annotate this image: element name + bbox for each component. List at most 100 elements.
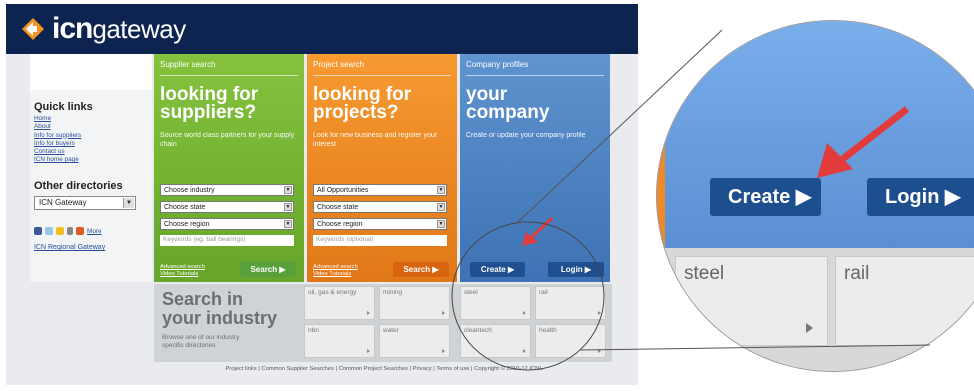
opportunities-select[interactable]: All Opportunities ▼ bbox=[313, 184, 447, 196]
keywords-input[interactable]: Keywords (optional) bbox=[313, 235, 447, 246]
play-triangle-icon: ▶ bbox=[584, 265, 592, 274]
tile-rail[interactable]: rail bbox=[535, 286, 606, 320]
video-tutorials-link[interactable]: Video Tutorials bbox=[313, 271, 358, 278]
login-button-zoomed[interactable]: Login ▶ bbox=[867, 178, 974, 216]
panel-caption: Company profiles bbox=[466, 60, 529, 69]
tile-water[interactable]: water bbox=[379, 324, 450, 358]
link-home[interactable]: Home bbox=[34, 115, 81, 123]
link-info-buyers[interactable]: Info for buyers bbox=[34, 140, 81, 148]
twitter-icon[interactable] bbox=[45, 227, 53, 235]
video-tutorials-link[interactable]: Video Tutorials bbox=[160, 271, 205, 278]
link-info-suppliers[interactable]: Info for suppliers bbox=[34, 132, 81, 140]
advanced-search-link[interactable]: Advanced search bbox=[160, 264, 205, 271]
play-triangle-icon bbox=[806, 323, 813, 333]
other-directories-heading: Other directories bbox=[34, 180, 123, 192]
rss-icon[interactable] bbox=[56, 227, 64, 235]
tile-mining[interactable]: mining bbox=[379, 286, 450, 320]
zoom-lens: Create ▶ Login ▶ steel rail bbox=[656, 20, 974, 372]
red-arrow-icon bbox=[817, 106, 910, 178]
tile-label: rail bbox=[539, 289, 548, 296]
heading-line-2: company bbox=[466, 102, 550, 123]
link-about[interactable]: About bbox=[34, 123, 81, 131]
chevron-down-icon: ▼ bbox=[123, 198, 134, 208]
login-button[interactable]: Login ▶ bbox=[548, 262, 604, 277]
state-select-value: Choose state bbox=[317, 204, 359, 211]
panel-heading: looking for projects? bbox=[313, 85, 411, 123]
play-triangle-icon: ▶ bbox=[945, 186, 961, 208]
divider bbox=[466, 75, 604, 76]
region-select-value: Choose region bbox=[317, 221, 363, 228]
tile-label: steel bbox=[684, 263, 725, 284]
tile-label: water bbox=[383, 327, 399, 334]
tile-oil-gas-energy[interactable]: oil, gas & energy bbox=[304, 286, 375, 320]
facebook-icon[interactable] bbox=[34, 227, 42, 235]
quick-links-heading: Quick links bbox=[34, 101, 93, 113]
tile-label: nbn bbox=[308, 327, 319, 334]
play-triangle-icon bbox=[442, 349, 445, 353]
directory-select[interactable]: ICN Gateway ▼ bbox=[34, 196, 136, 210]
advanced-search-link[interactable]: Advanced search bbox=[313, 264, 358, 271]
create-button-zoomed[interactable]: Create ▶ bbox=[710, 178, 821, 216]
tile-label: health bbox=[539, 327, 557, 334]
button-label: Login bbox=[560, 265, 583, 274]
company-profiles-panel: Company profiles your company Create or … bbox=[460, 54, 610, 282]
region-select[interactable]: Choose region ▼ bbox=[160, 218, 294, 230]
supplier-search-button[interactable]: Search ▶ bbox=[240, 262, 296, 277]
play-triangle-icon bbox=[523, 349, 526, 353]
regional-gateway-link[interactable]: ICN Regional Gateway bbox=[34, 244, 105, 251]
industry-title: Search in your industry bbox=[162, 290, 277, 328]
play-triangle-icon: ▶ bbox=[507, 265, 515, 274]
button-label: Create bbox=[728, 186, 791, 208]
button-label: Login bbox=[885, 186, 940, 208]
panel-subtext: Look for new business and register your … bbox=[313, 132, 438, 148]
share-icon[interactable] bbox=[76, 227, 84, 235]
keywords-input[interactable]: Keywords (eg. ball bearings) bbox=[160, 235, 294, 246]
state-select[interactable]: Choose state ▼ bbox=[160, 201, 294, 213]
play-triangle-icon bbox=[367, 349, 370, 353]
button-label: Search bbox=[403, 265, 431, 274]
tile-label: cleantech bbox=[464, 327, 492, 334]
more-link[interactable]: More bbox=[87, 228, 102, 235]
play-triangle-icon: ▶ bbox=[279, 265, 286, 274]
supplier-search-panel: Supplier search looking for suppliers? S… bbox=[154, 54, 304, 282]
heading-line-2: projects? bbox=[313, 102, 399, 123]
tile-nbn[interactable]: nbn bbox=[304, 324, 375, 358]
link-contact[interactable]: Contact us bbox=[34, 148, 81, 156]
delicious-icon[interactable] bbox=[67, 227, 73, 235]
play-triangle-icon: ▶ bbox=[432, 265, 439, 274]
icn-gateway-homepage: icn gateway Quick links Home About Info f… bbox=[6, 4, 638, 385]
tile-cleantech[interactable]: cleantech bbox=[460, 324, 531, 358]
zoom-orange-edge bbox=[657, 81, 665, 248]
button-label: Create bbox=[480, 265, 506, 274]
industry-title-line-2: your industry bbox=[162, 308, 278, 328]
panel-subtext: Create or update your company profile bbox=[466, 132, 586, 139]
tile-steel[interactable]: steel bbox=[460, 286, 531, 320]
industry-subtext-line-1: Browse one of our industry bbox=[162, 334, 240, 341]
button-label: Search bbox=[250, 265, 278, 274]
project-search-button[interactable]: Search ▶ bbox=[393, 262, 449, 277]
play-triangle-icon bbox=[598, 349, 601, 353]
play-triangle-icon bbox=[523, 311, 526, 315]
logo-text-bold: icn bbox=[52, 12, 93, 45]
tile-label: steel bbox=[464, 289, 478, 296]
quick-links-list: Home About Info for suppliers Info for b… bbox=[34, 115, 81, 165]
region-select-value: Choose region bbox=[164, 221, 210, 228]
play-triangle-icon bbox=[367, 311, 370, 315]
tile-rail-zoomed[interactable]: rail bbox=[835, 256, 974, 346]
industry-select[interactable]: Choose industry ▼ bbox=[160, 184, 294, 196]
tile-steel-zoomed[interactable]: steel bbox=[675, 256, 828, 346]
region-select[interactable]: Choose region ▼ bbox=[313, 218, 447, 230]
link-icn-home[interactable]: ICN home page bbox=[34, 156, 81, 164]
footer-links[interactable]: Project links | Common Supplier Searches… bbox=[154, 366, 614, 372]
chevron-down-icon: ▼ bbox=[284, 186, 292, 194]
play-triangle-icon bbox=[598, 311, 601, 315]
tile-label: oil, gas & energy bbox=[308, 289, 357, 296]
site-logo[interactable]: icn gateway bbox=[20, 11, 186, 47]
sidebar-tab bbox=[30, 54, 152, 90]
chevron-down-icon: ▼ bbox=[437, 203, 445, 211]
tile-health[interactable]: health bbox=[535, 324, 606, 358]
panel-caption: Project search bbox=[313, 60, 365, 69]
panel-subtext: Source world class partners for your sup… bbox=[160, 132, 295, 148]
state-select[interactable]: Choose state ▼ bbox=[313, 201, 447, 213]
create-button[interactable]: Create ▶ bbox=[470, 262, 525, 277]
